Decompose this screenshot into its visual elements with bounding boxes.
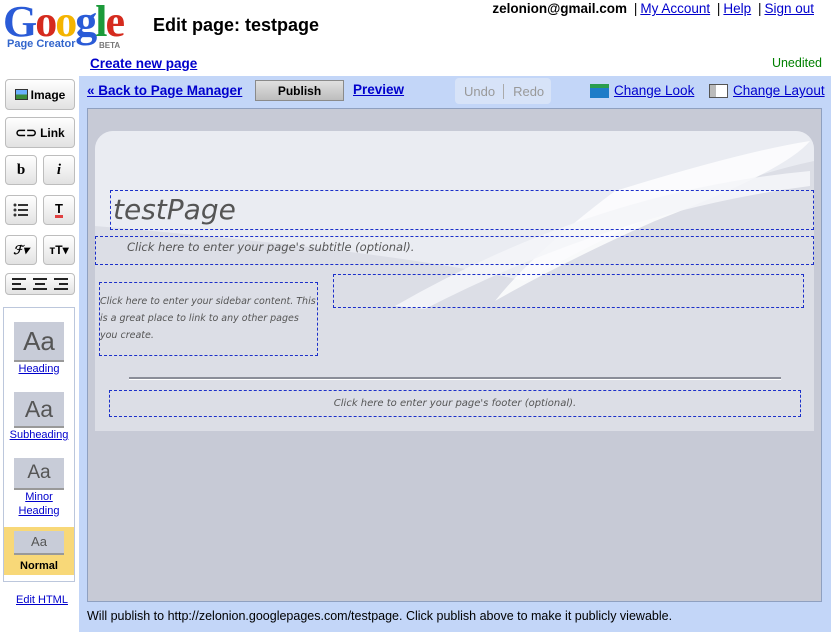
editor-main: « Back to Page Manager Publish Preview U… xyxy=(79,76,831,632)
text-styles-panel: Aa Heading Aa Subheading Aa Minor Headin… xyxy=(3,307,75,582)
back-to-page-manager-link[interactable]: « Back to Page Manager xyxy=(87,83,242,98)
align-left-icon[interactable] xyxy=(11,278,26,290)
change-look-label[interactable]: Change Look xyxy=(614,83,694,98)
text-color-button[interactable]: T xyxy=(43,195,75,225)
bold-button[interactable]: b xyxy=(5,155,37,185)
edit-label: Edit page: xyxy=(153,15,241,35)
status-unedited: Unedited xyxy=(771,56,822,70)
page-footer-field[interactable]: Click here to enter your page's footer (… xyxy=(109,390,801,417)
style-heading[interactable]: Aa Heading xyxy=(4,322,74,376)
style-normal-label[interactable]: Normal xyxy=(4,559,74,573)
main-content-field[interactable] xyxy=(333,274,804,308)
link-icon: ⊂⊃ xyxy=(15,124,38,140)
alignment-group xyxy=(5,273,75,295)
help-link[interactable]: Help xyxy=(723,1,751,16)
bullet-list-button[interactable] xyxy=(5,195,37,225)
style-heading-label[interactable]: Heading xyxy=(4,362,74,376)
insert-image-button[interactable]: Image xyxy=(5,79,75,110)
page-canvas: testPage Click here to enter your page's… xyxy=(87,108,822,602)
user-email: zelonion@gmail.com xyxy=(492,1,628,16)
sign-out-link[interactable]: Sign out xyxy=(764,1,814,16)
align-center-icon[interactable] xyxy=(32,278,47,290)
align-right-icon[interactable] xyxy=(54,278,69,290)
redo-button[interactable]: Redo xyxy=(504,84,553,99)
page-title: Edit page: testpage xyxy=(153,15,319,36)
font-size-button[interactable]: тT▾ xyxy=(43,235,75,265)
preview-link[interactable]: Preview xyxy=(353,82,404,97)
undo-redo-group: Undo Redo xyxy=(455,78,551,104)
insert-link-button[interactable]: ⊂⊃ Link xyxy=(5,117,75,148)
edit-html-link[interactable]: Edit HTML xyxy=(16,594,68,606)
user-bar: zelonion@gmail.com | My Account | Help | Si… xyxy=(492,1,814,16)
my-account-link[interactable]: My Account xyxy=(640,1,710,16)
bullet-list-icon xyxy=(13,203,28,217)
logo-beta: BETA xyxy=(99,41,121,50)
italic-button[interactable]: i xyxy=(43,155,75,185)
footer-divider xyxy=(129,377,781,380)
style-heading-sample: Aa xyxy=(14,322,64,362)
page-subtitle-field[interactable]: Click here to enter your page's subtitle… xyxy=(95,236,814,265)
change-layout-icon xyxy=(709,83,728,98)
style-normal-sample: Aa xyxy=(14,531,64,555)
publish-url-note: Will publish to http://zelonion.googlepa… xyxy=(87,609,673,623)
change-layout-button[interactable]: Change Layout xyxy=(709,83,825,98)
create-new-page-link[interactable]: Create new page xyxy=(90,56,197,71)
page-preview: testPage Click here to enter your page's… xyxy=(95,131,814,431)
logo-subtitle: Page Creator xyxy=(7,38,76,50)
font-family-button[interactable]: ℱ▾ xyxy=(5,235,37,265)
font-size-icon: тT▾ xyxy=(49,243,69,257)
change-look-icon xyxy=(590,83,609,98)
undo-button[interactable]: Undo xyxy=(455,83,505,99)
style-minor-heading-label[interactable]: Minor Heading xyxy=(16,490,62,518)
font-family-icon: ℱ▾ xyxy=(13,242,29,257)
style-subheading-label[interactable]: Subheading xyxy=(4,428,74,442)
google-page-creator-logo: Google Page Creator BETA xyxy=(3,0,143,52)
style-subheading-sample: Aa xyxy=(14,392,64,428)
page-title-field[interactable]: testPage xyxy=(110,190,814,230)
style-normal[interactable]: Aa Normal xyxy=(4,527,74,575)
style-minor-heading-sample: Aa xyxy=(14,458,64,490)
sidebar-content-field[interactable]: Click here to enter your sidebar content… xyxy=(99,282,318,356)
change-layout-label[interactable]: Change Layout xyxy=(733,83,825,98)
style-subheading[interactable]: Aa Subheading xyxy=(4,392,74,442)
style-minor-heading[interactable]: Aa Minor Heading xyxy=(4,458,74,518)
page-name: testpage xyxy=(245,15,320,35)
image-icon xyxy=(14,89,28,100)
editor-toolbar: « Back to Page Manager Publish Preview U… xyxy=(79,76,831,106)
change-look-button[interactable]: Change Look xyxy=(590,83,694,98)
text-color-icon: T xyxy=(55,200,63,218)
publish-button[interactable]: Publish xyxy=(255,80,344,101)
